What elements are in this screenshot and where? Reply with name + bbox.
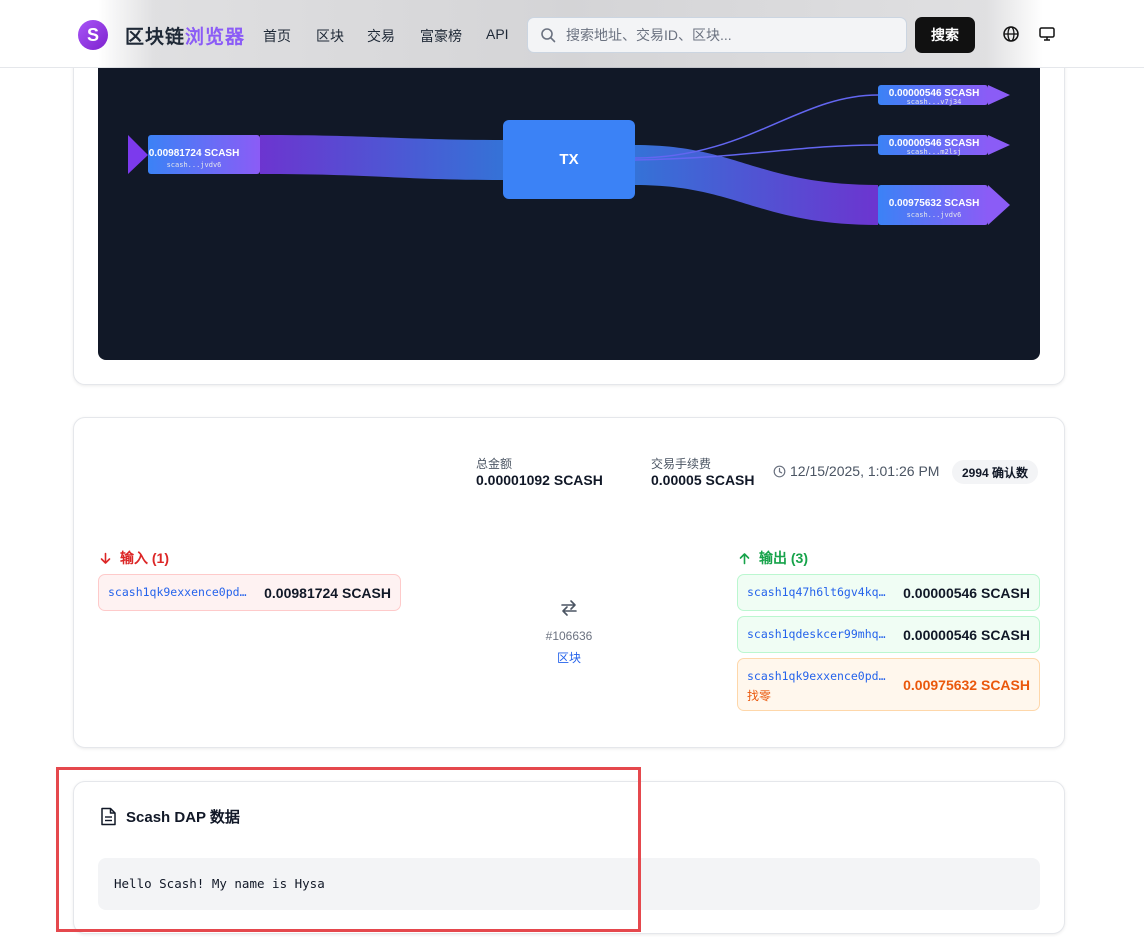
input-node-address: scash...jvdv6	[167, 161, 222, 169]
output-amount: 0.00000546 SCASH	[903, 627, 1030, 643]
nav-home[interactable]: 首页	[263, 26, 291, 46]
output-row[interactable]: scash1qdeskcer99mhq0m2lsj 0.00000546 SCA…	[737, 616, 1040, 653]
block-link[interactable]: 区块	[530, 649, 608, 666]
output-address-link[interactable]: scash1qk9exxence0pdljvdv6	[747, 669, 887, 683]
fee-value: 0.00005 SCASH	[651, 472, 755, 488]
output-address-link[interactable]: scash1qdeskcer99mhq0m2lsj	[747, 627, 887, 641]
tx-flow-svg: 0.00981724 SCASH scash...jvdv6 TX 0.0000…	[128, 85, 1010, 225]
output-arrow-icon-2	[988, 135, 1010, 155]
input-arrow-icon	[128, 135, 148, 174]
brand-accent: 浏览器	[185, 27, 246, 48]
nav-api[interactable]: API	[486, 26, 509, 42]
input-amount: 0.00981724 SCASH	[264, 585, 391, 601]
clock-icon	[773, 465, 786, 477]
logo-icon[interactable]: S	[78, 20, 108, 50]
input-row[interactable]: scash1qk9exxence0pdlx8yqm5 0.00981724 SC…	[98, 574, 401, 611]
fee-label: 交易手续费	[651, 457, 712, 471]
outputs-title-text: 输出 (3)	[759, 550, 808, 566]
nav-transactions[interactable]: 交易	[367, 26, 395, 46]
block-info: #106636 区块	[530, 598, 608, 666]
output-node-3-amount: 0.00975632 SCASH	[889, 198, 980, 209]
inputs-title: 输入 (1)	[99, 548, 169, 568]
search-box	[527, 17, 907, 53]
tx-node-label: TX	[559, 151, 578, 168]
nav-rich-list[interactable]: 富豪榜	[420, 26, 462, 46]
block-number: #106636	[545, 629, 593, 643]
search-button[interactable]: 搜索	[915, 17, 975, 53]
arrow-up-icon	[739, 552, 750, 564]
output-arrow-icon-3	[988, 185, 1010, 225]
inputs-title-text: 输入 (1)	[120, 550, 169, 566]
output-node-3-address: scash...jvdv6	[907, 211, 962, 219]
tx-flow-diagram: 0.00981724 SCASH scash...jvdv6 TX 0.0000…	[98, 40, 1040, 360]
search-icon	[541, 28, 556, 43]
monitor-icon[interactable]	[1038, 25, 1056, 43]
input-address-link[interactable]: scash1qk9exxence0pdlx8yqm5	[108, 585, 248, 599]
output-amount: 0.00975632 SCASH	[903, 677, 1030, 693]
highlight-box	[56, 767, 641, 932]
tx-time: 12/15/2025, 1:01:26 PM	[773, 463, 939, 479]
input-flow-band	[260, 135, 503, 180]
output-row-change[interactable]: scash1qk9exxence0pdljvdv6 找零 0.00975632 …	[737, 658, 1040, 711]
brand-main: 区块链	[125, 27, 186, 48]
input-node-amount: 0.00981724 SCASH	[149, 148, 240, 159]
tx-time-text: 12/15/2025, 1:01:26 PM	[790, 463, 940, 479]
top-navbar: S 区块链浏览器 首页 区块 交易 富豪榜 API 搜索	[0, 0, 1144, 68]
nav-blocks[interactable]: 区块	[316, 26, 344, 46]
change-tag: 找零	[747, 689, 772, 703]
confirmations-badge: 2994 确认数	[952, 460, 1039, 484]
output-node-2-address: scash...m2lsj	[907, 148, 962, 156]
search-input[interactable]	[566, 18, 896, 52]
output-address-link[interactable]: scash1q47h6lt6gv4kq8v7j34	[747, 585, 887, 599]
brand-title[interactable]: 区块链浏览器	[125, 22, 245, 49]
output-flow-band-3	[635, 145, 878, 225]
total-amount-label: 总金额	[476, 457, 513, 471]
swap-icon	[561, 600, 577, 616]
outputs-title: 输出 (3)	[738, 548, 808, 568]
output-amount: 0.00000546 SCASH	[903, 585, 1030, 601]
output-row[interactable]: scash1q47h6lt6gv4kq8v7j34 0.00000546 SCA…	[737, 574, 1040, 611]
arrow-down-icon	[100, 552, 111, 564]
output-arrow-icon-1	[988, 85, 1010, 105]
output-node-1-address: scash...v7j34	[907, 98, 962, 106]
total-amount-value: 0.00001092 SCASH	[476, 472, 603, 488]
globe-icon[interactable]	[1002, 25, 1020, 43]
